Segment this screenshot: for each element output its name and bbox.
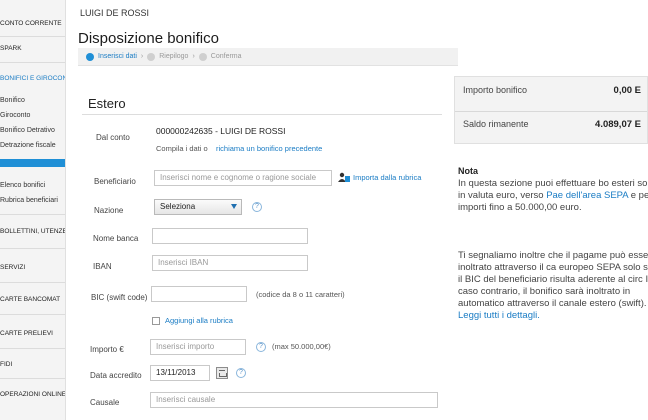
add-address-book-label[interactable]: Aggiungi alla rubrica: [165, 316, 233, 325]
sidebar-item-active[interactable]: [0, 159, 65, 167]
bank-name-input[interactable]: [152, 228, 308, 244]
summary-amount-label: Importo bonifico: [463, 85, 528, 95]
reason-label: Causale: [90, 398, 120, 407]
iban-label: IBAN: [93, 262, 112, 271]
from-account-value: 000000242635 - LUIGI DE ROSSI: [156, 126, 286, 136]
sidebar-divider: [0, 248, 65, 249]
bank-name-label: Nome banca: [93, 234, 139, 243]
summary-balance-value: 4.089,07 E: [595, 119, 641, 130]
chevron-right-icon: ›: [192, 53, 195, 60]
section-divider: [82, 114, 442, 115]
bic-hint: (codice da 8 o 11 caratteri): [256, 290, 345, 299]
amount-max-hint: (max 50.000,00€): [272, 342, 331, 351]
help-icon[interactable]: ?: [236, 368, 246, 378]
bic-input[interactable]: [151, 286, 247, 302]
step-inserisci-dati: Inserisci dati: [98, 53, 137, 60]
help-icon[interactable]: ?: [256, 342, 266, 352]
nation-select[interactable]: Seleziona: [154, 199, 242, 215]
amount-label: Importo €: [90, 345, 124, 354]
import-address-book-link[interactable]: Importa dalla rubrica: [353, 173, 421, 182]
note-paragraph-2: Ti segnaliamo inoltre che il pagame può …: [458, 250, 648, 322]
sidebar-item-bonifico[interactable]: Bonifico: [0, 97, 65, 109]
iban-input[interactable]: Inserisci IBAN: [152, 255, 308, 271]
sidebar-divider: [0, 282, 65, 283]
sidebar-item-bollettini[interactable]: BOLLETTINI, UTENZE E F24: [0, 228, 65, 240]
step-inactive-icon: [198, 52, 207, 61]
sidebar-item-rubrica-beneficiari[interactable]: Rubrica beneficiari: [0, 197, 65, 209]
sidebar-divider: [0, 62, 65, 63]
step-conferma: Conferma: [210, 53, 242, 60]
nation-label: Nazione: [94, 206, 124, 215]
read-details-link[interactable]: Leggi tutti i dettagli.: [458, 310, 540, 321]
calendar-icon[interactable]: [216, 367, 228, 379]
summary-amount-row: Importo bonifico 0,00 E: [463, 85, 641, 105]
step-inactive-icon: [147, 52, 156, 61]
note-title: Nota: [458, 166, 478, 176]
sidebar-item-bonifico-detrativo[interactable]: Bonifico Detrativo: [0, 127, 65, 139]
sidebar-item-bonifici-giroconti[interactable]: BONIFICI E GIROCONTI: [0, 75, 65, 87]
summary-amount-value: 0,00 E: [613, 85, 641, 96]
sidebar-divider: [0, 36, 65, 37]
summary-divider: [455, 111, 647, 112]
from-account-label: Dal conto: [96, 133, 130, 142]
sidebar-item-operazioni-online[interactable]: OPERAZIONI ONLINE: [0, 391, 65, 403]
sidebar-item-carte-prelievi[interactable]: CARTE PRELIEVI: [0, 330, 65, 342]
user-name: LUIGI DE ROSSI: [80, 8, 150, 18]
beneficiary-label: Beneficiario: [94, 177, 136, 186]
chevron-down-icon: [231, 204, 237, 209]
sidebar-item-spark[interactable]: SPARK: [0, 45, 65, 57]
bic-label: BIC (swift code): [91, 293, 148, 302]
address-book-icon[interactable]: [338, 172, 350, 183]
sidebar-item-servizi[interactable]: SERVIZI: [0, 264, 65, 276]
nation-select-value: Seleziona: [160, 202, 196, 211]
help-icon[interactable]: ?: [252, 202, 262, 212]
wizard-steps: Inserisci dati › Riepilogo › Conferma: [78, 48, 458, 66]
recall-previous-link[interactable]: richiama un bonifico precedente: [216, 144, 322, 153]
step-active-icon: [86, 52, 94, 61]
summary-box: Importo bonifico 0,00 E Saldo rimanente …: [454, 76, 648, 144]
step-riepilogo: Riepilogo: [159, 53, 189, 60]
sidebar-divider: [0, 378, 65, 379]
sidebar-item-carte-bancomat[interactable]: CARTE BANCOMAT: [0, 296, 65, 308]
note-paragraph-1: In questa sezione puoi effettuare bo est…: [458, 178, 648, 214]
compile-text: Compila i dati o: [156, 144, 208, 153]
sidebar-item-elenco-bonifici[interactable]: Elenco bonifici: [0, 182, 65, 194]
sidebar-item-fidi[interactable]: FIDI: [0, 361, 65, 373]
beneficiary-input[interactable]: Inserisci nome e cognome o ragione socia…: [154, 170, 332, 186]
sidebar-divider: [0, 214, 65, 215]
sidebar-item-detrazione-fiscale[interactable]: Detrazione fiscale: [0, 142, 65, 154]
date-input[interactable]: 13/11/2013: [150, 365, 210, 381]
add-address-book-checkbox[interactable]: [152, 317, 160, 325]
sidebar-nav: CONTO CORRENTE SPARK BONIFICI E GIROCONT…: [0, 0, 66, 420]
note-p2-text: Ti segnaliamo inoltre che il pagame può …: [458, 250, 648, 309]
sidebar-divider: [0, 314, 65, 315]
summary-balance-label: Saldo rimanente: [463, 119, 529, 129]
sidebar-item-giroconto[interactable]: Giroconto: [0, 112, 65, 124]
sepa-countries-link[interactable]: Pae dell'area SEPA: [546, 190, 628, 201]
summary-balance-row: Saldo rimanente 4.089,07 E: [463, 119, 641, 139]
date-label: Data accredito: [90, 371, 142, 380]
sidebar-divider: [0, 348, 65, 349]
main-content: LUIGI DE ROSSI Disposizione bonifico Ins…: [66, 0, 648, 420]
reason-input[interactable]: Inserisci causale: [150, 392, 438, 408]
amount-input[interactable]: Inserisci importo: [150, 339, 246, 355]
page-title: Disposizione bonifico: [78, 30, 219, 47]
sidebar-item-conto-corrente[interactable]: CONTO CORRENTE: [0, 20, 65, 32]
section-title: Estero: [88, 96, 126, 111]
chevron-right-icon: ›: [140, 53, 144, 60]
